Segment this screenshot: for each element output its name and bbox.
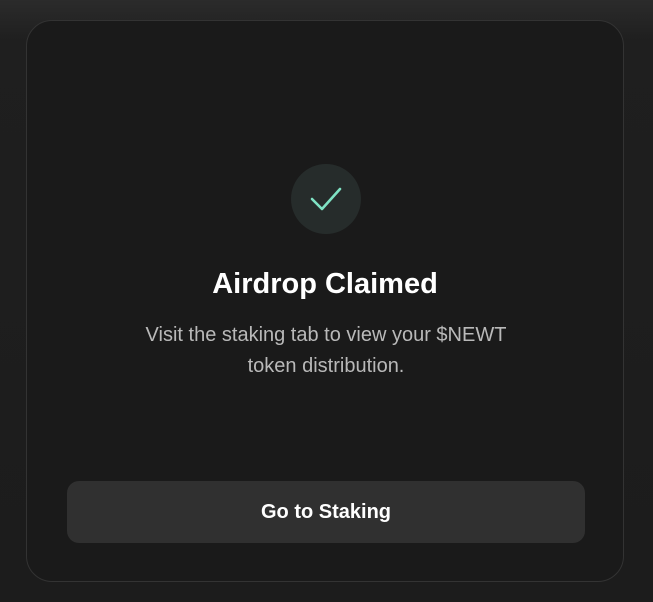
success-dialog: Airdrop Claimed Visit the staking tab to…: [26, 20, 624, 582]
success-icon-badge: [291, 164, 361, 234]
go-to-staking-button[interactable]: Go to Staking: [67, 481, 585, 543]
check-icon: [310, 187, 342, 211]
page-backdrop: Airdrop Claimed Visit the staking tab to…: [0, 0, 653, 602]
dialog-description: Visit the staking tab to view your $NEWT…: [145, 324, 507, 377]
dialog-title: Airdrop Claimed: [212, 268, 438, 300]
